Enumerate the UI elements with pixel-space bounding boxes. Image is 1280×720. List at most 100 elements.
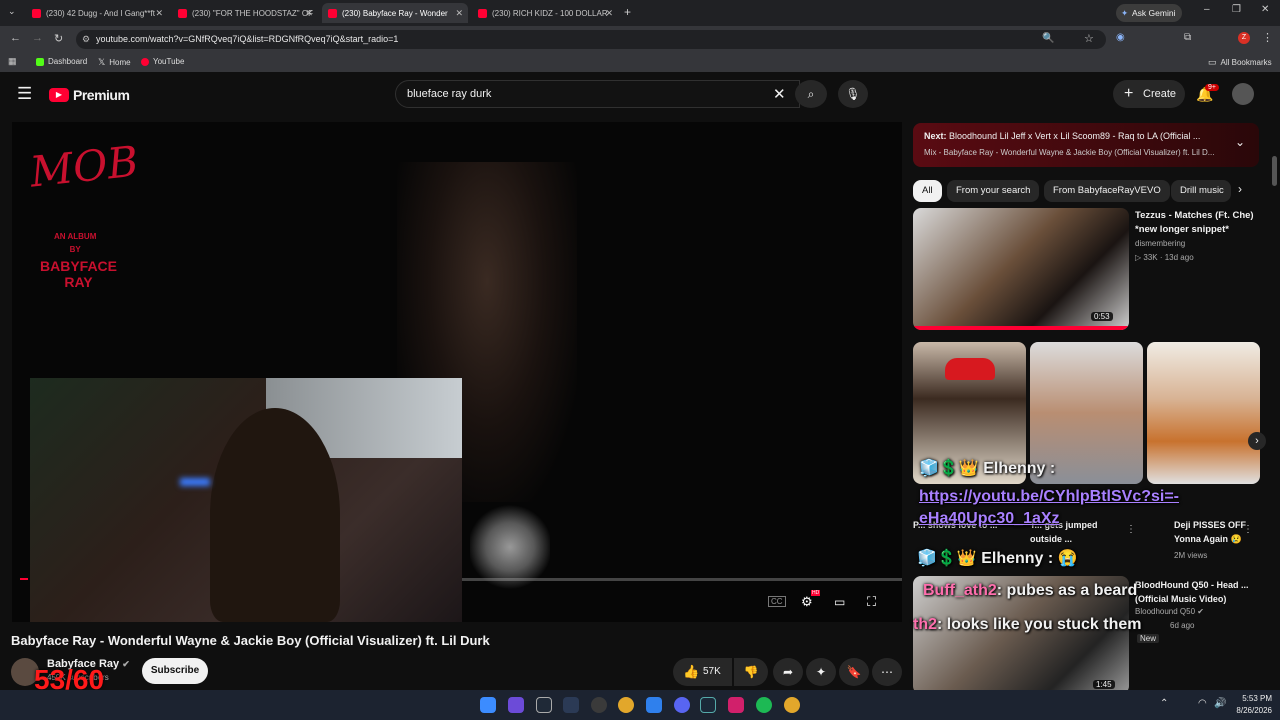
ask-ai-button[interactable]: ✦ <box>806 658 836 686</box>
reload-icon[interactable]: ↻ <box>54 32 63 45</box>
discord-icon[interactable] <box>674 697 690 713</box>
hamburger-menu-icon[interactable]: ☰ <box>17 84 32 104</box>
clear-search-icon[interactable]: ✕ <box>773 85 786 103</box>
bookmark-dashboard[interactable]: Dashboard <box>36 57 87 66</box>
short-thumbnail[interactable] <box>1147 342 1260 484</box>
app-icon[interactable] <box>728 697 744 713</box>
rec-channel[interactable]: dismembering <box>1135 239 1185 248</box>
scrollbar-thumb[interactable] <box>1272 156 1277 186</box>
new-tab-icon[interactable]: + <box>624 5 631 19</box>
captions-icon[interactable]: CC <box>768 596 786 607</box>
extension-icon[interactable]: ◉ <box>1116 32 1125 43</box>
all-bookmarks[interactable]: ▭ All Bookmarks <box>1208 57 1272 68</box>
x-logo-icon: 𝕏 <box>98 57 106 67</box>
app-icon[interactable] <box>536 697 552 713</box>
progress-bar[interactable] <box>462 578 902 581</box>
zoom-icon[interactable]: 🔍 <box>1042 33 1054 44</box>
browser-menu-icon[interactable]: ⋮ <box>1262 31 1273 44</box>
chat-link: https://youtu.be/CYhlpBtlSVc?si=-eHa40Up… <box>919 488 1180 527</box>
chrome-icon[interactable] <box>784 697 800 713</box>
back-icon[interactable]: ← <box>10 32 21 44</box>
youtube-premium-logo[interactable]: ▶ Premium <box>49 87 130 103</box>
browser-tab-bar: ⌄ (230) 42 Dugg - And I Gang**ft ✕ (230) … <box>0 0 1280 26</box>
streamer-webcam-overlay <box>30 378 462 622</box>
rec-title[interactable]: BloodHound Q50 - Head ... (Official Musi… <box>1135 578 1260 606</box>
voice-search-button[interactable]: 🎙 <box>838 80 868 108</box>
youtube-play-icon: ▶ <box>49 88 69 102</box>
extensions-puzzle-icon[interactable]: ⧉ <box>1184 32 1191 43</box>
rec-channel[interactable]: Bloodhound Q50 ✔ <box>1135 607 1204 616</box>
bookmark-star-icon[interactable]: ☆ <box>1084 32 1094 45</box>
close-tab-icon[interactable]: ✕ <box>305 8 313 19</box>
chrome-icon[interactable] <box>618 697 634 713</box>
account-avatar[interactable] <box>1232 83 1254 105</box>
dislike-button[interactable]: 👎 <box>734 658 768 686</box>
save-button[interactable]: 🔖 <box>839 658 869 686</box>
app-icon[interactable] <box>563 697 579 713</box>
app-grid-icon[interactable] <box>508 697 524 713</box>
rec-title[interactable]: Tezzus - Matches (Ft. Che) *new longer s… <box>1135 209 1260 237</box>
close-tab-icon[interactable]: ✕ <box>455 8 463 19</box>
vscode-icon[interactable] <box>646 697 662 713</box>
chip-all[interactable]: All <box>913 180 942 202</box>
chevron-down-icon[interactable]: ⌄ <box>1235 135 1245 149</box>
tray-chevron-icon[interactable]: ⌃ <box>1160 698 1168 709</box>
url-field[interactable]: ⚙ youtube.com/watch?v=GNfRQveq7iQ&list=RD… <box>76 30 1106 49</box>
tab-4[interactable]: (230) RICH KIDZ - 100 DOLLAR ✕ <box>472 3 618 23</box>
video-thumbnail[interactable]: 0:53 <box>913 208 1129 330</box>
youtube-favicon-icon <box>178 8 187 18</box>
tab-list-icon[interactable]: ⌄ <box>8 6 16 17</box>
bookmark-youtube[interactable]: YouTube <box>141 57 184 66</box>
progress-played <box>20 578 28 580</box>
bookmarks-bar: ▦ Dashboard 𝕏 Home YouTube ▭ All Bookmarks <box>0 53 1280 72</box>
wifi-icon[interactable]: ◠ <box>1198 698 1207 709</box>
spotify-icon[interactable] <box>756 697 772 713</box>
subscribe-button[interactable]: Subscribe <box>142 658 208 684</box>
tab-1[interactable]: (230) 42 Dugg - And I Gang**ft ✕ <box>26 3 168 23</box>
led-light <box>180 478 210 486</box>
clock[interactable]: 5:53 PM 8/26/2026 <box>1232 694 1272 715</box>
bookmark-home[interactable]: 𝕏 Home <box>98 57 131 68</box>
restore-icon[interactable]: ❐ <box>1232 4 1241 15</box>
close-tab-icon[interactable]: ✕ <box>605 8 613 19</box>
start-windows-icon[interactable] <box>480 697 496 713</box>
up-next-title: Next: Bloodhound Lil Jeff x Vert x Lil S… <box>924 131 1201 141</box>
volume-icon[interactable]: 🔊 <box>1214 698 1226 709</box>
video-player[interactable]: MOB AN ALBUM BY BABYFACE RAY CC ⚙ HD ▭ ⛶ <box>12 122 902 622</box>
ask-gemini-button[interactable]: ✦ Ask Gemini <box>1116 4 1182 22</box>
minimize-icon[interactable]: – <box>1204 4 1210 15</box>
chat-badges-icon: 🧊💲👑 <box>917 550 977 567</box>
close-window-icon[interactable]: ✕ <box>1261 4 1269 15</box>
tab-2[interactable]: (230) "FOR THE HOODSTAZ" OF ✕ <box>172 3 318 23</box>
like-button[interactable]: 👍 57K <box>673 658 732 686</box>
obs-icon[interactable] <box>591 697 607 713</box>
up-next-card[interactable]: Next: Bloodhound Lil Jeff x Vert x Lil S… <box>913 123 1259 167</box>
plus-icon: + <box>1124 85 1134 102</box>
theater-mode-icon[interactable]: ▭ <box>834 595 845 609</box>
chip-from-your-search[interactable]: From your search <box>947 180 1040 202</box>
rec-age: 6d ago <box>1170 621 1195 630</box>
create-button[interactable]: + Create <box>1113 80 1185 108</box>
site-info-icon[interactable]: ⚙ <box>82 30 90 49</box>
chip-drill-music[interactable]: Drill music <box>1171 180 1231 202</box>
shorts-next-icon[interactable]: › <box>1248 432 1266 450</box>
views-icon: ▷ <box>1135 253 1142 262</box>
chip-from-channel[interactable]: From BabyfaceRayVEVO <box>1044 180 1170 202</box>
close-tab-icon[interactable]: ✕ <box>155 8 163 19</box>
microphone-icon: 🎙 <box>845 87 861 101</box>
tab-3-active[interactable]: (230) Babyface Ray - Wonder ✕ <box>322 3 468 23</box>
forward-icon[interactable]: → <box>32 32 43 44</box>
apps-grid-icon[interactable]: ▦ <box>8 56 17 67</box>
album-artist: BABYFACE RAY <box>40 258 118 290</box>
youtube-icon <box>141 57 149 66</box>
chevron-right-icon[interactable]: › <box>1238 182 1242 196</box>
search-input[interactable]: blueface ray durk <box>395 80 800 108</box>
search-button[interactable]: ⌕ <box>795 80 827 108</box>
profile-avatar[interactable]: Z <box>1238 32 1250 44</box>
more-actions-button[interactable]: ⋯ <box>872 658 902 686</box>
settings-gear-icon[interactable]: ⚙ <box>801 594 813 610</box>
fullscreen-icon[interactable]: ⛶ <box>867 594 876 610</box>
share-button[interactable]: ➦ <box>773 658 803 686</box>
more-options-icon[interactable]: ⋮ <box>1243 524 1253 535</box>
steam-icon[interactable] <box>700 697 716 713</box>
